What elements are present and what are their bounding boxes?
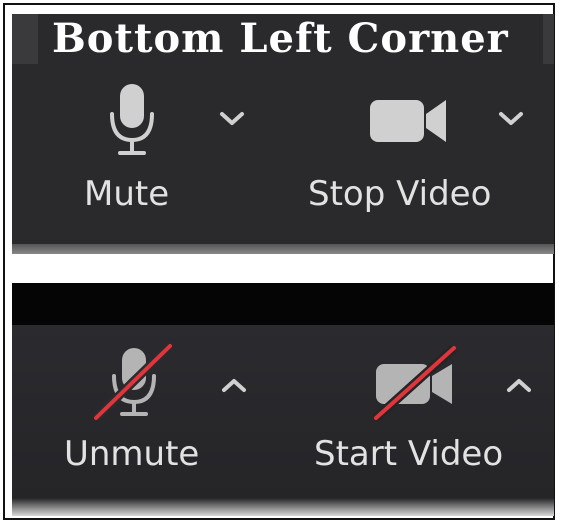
- chevron-down-icon[interactable]: [218, 110, 246, 128]
- figure-title: Bottom Left Corner: [38, 14, 543, 64]
- stop-video-label: Stop Video: [308, 174, 492, 214]
- video-camera-icon: [368, 96, 450, 146]
- mute-button[interactable]: Mute: [80, 82, 190, 222]
- unmute-label: Unmute: [64, 434, 200, 474]
- microphone-icon: [106, 82, 158, 158]
- chevron-up-icon[interactable]: [220, 376, 248, 394]
- video-off-icon: [370, 344, 460, 420]
- chevron-up-icon[interactable]: [505, 376, 533, 394]
- chevron-down-icon[interactable]: [497, 110, 525, 128]
- unmute-button[interactable]: Unmute: [62, 340, 212, 480]
- start-video-label: Start Video: [314, 434, 504, 474]
- mute-label: Mute: [84, 174, 170, 214]
- muted-microphone-icon: [92, 342, 176, 422]
- start-video-button[interactable]: Start Video: [310, 340, 530, 480]
- stop-video-button[interactable]: Stop Video: [300, 82, 520, 222]
